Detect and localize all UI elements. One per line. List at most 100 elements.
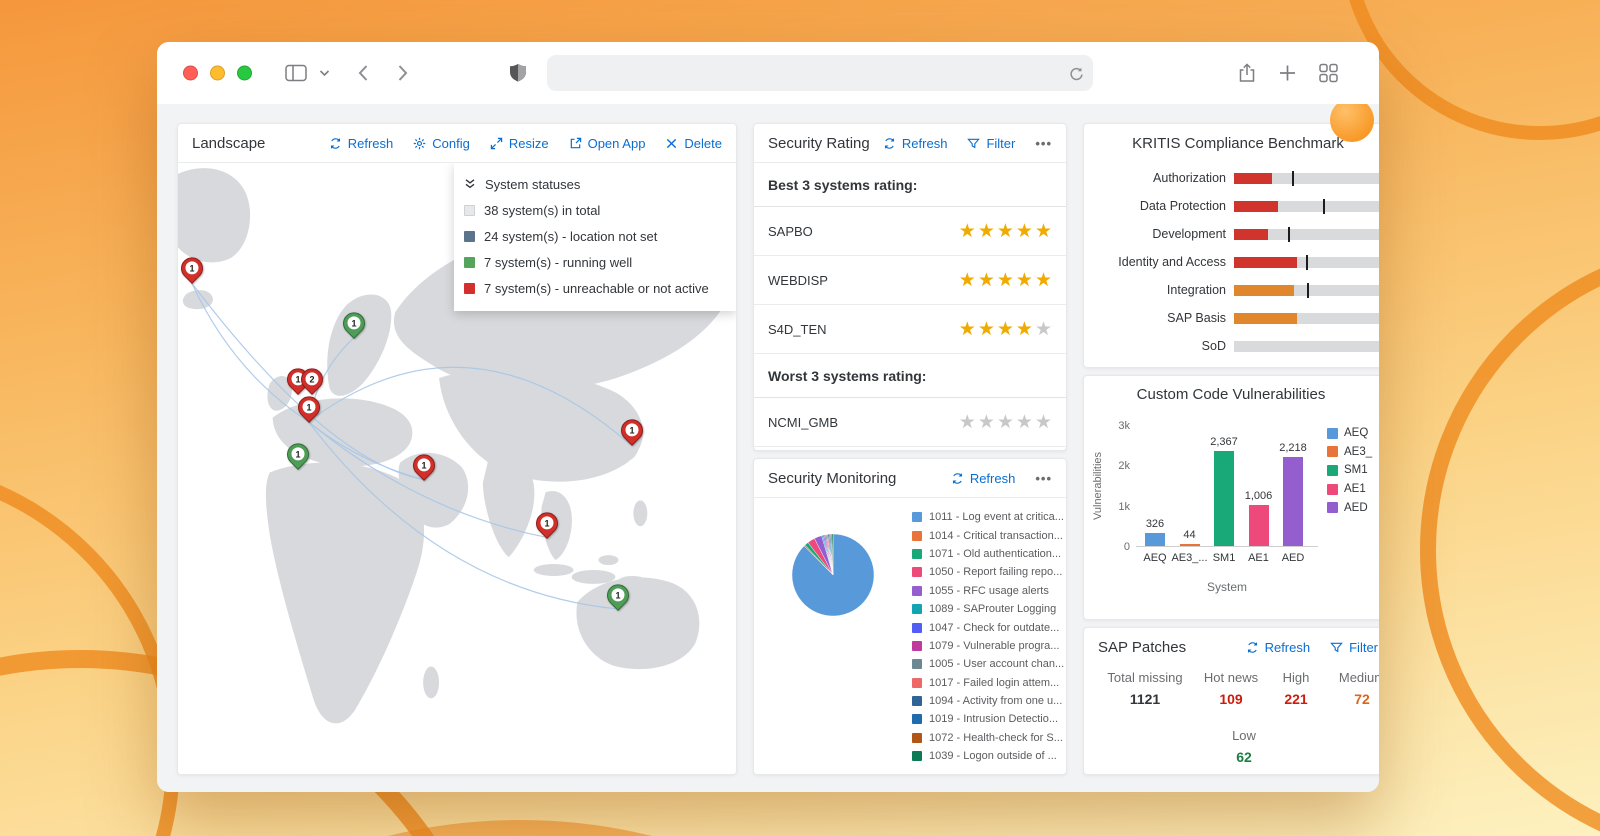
- system-name: SAPBO: [768, 224, 959, 239]
- alert-label: 1014 - Critical transaction...: [929, 530, 1063, 542]
- star-filled: ★: [959, 318, 978, 340]
- landscape-resize-button[interactable]: Resize: [490, 136, 549, 151]
- sidebar-toggle-button[interactable]: [285, 64, 307, 82]
- series-legend-item: AEQ: [1327, 424, 1372, 443]
- benchmark-bar: [1234, 285, 1294, 296]
- window-controls: [183, 66, 252, 81]
- benchmark-row: Data Protection: [1096, 192, 1379, 220]
- benchmark-category: Data Protection: [1096, 199, 1226, 213]
- benchmark-row: Identity and Access: [1096, 248, 1379, 276]
- landscape-refresh-button[interactable]: Refresh: [329, 136, 394, 151]
- patches-filter-button[interactable]: Filter: [1330, 640, 1378, 655]
- tab-overview-button[interactable]: [1319, 64, 1338, 83]
- rating-row[interactable]: WEBDISP★★★★★: [754, 256, 1066, 305]
- chart-bar[interactable]: [1180, 544, 1200, 546]
- alert-legend-item: 1011 - Log event at critica...: [912, 508, 1064, 526]
- alert-label: 1071 - Old authentication...: [929, 548, 1061, 560]
- resize-icon: [490, 137, 503, 150]
- sidebar-chevron-button[interactable]: [319, 69, 330, 77]
- star-filled: ★: [1016, 269, 1035, 291]
- address-bar[interactable]: [547, 55, 1093, 91]
- map-pin[interactable]: 1: [286, 442, 310, 472]
- monitoring-refresh-button[interactable]: Refresh: [951, 471, 1016, 486]
- chart-bar[interactable]: [1214, 451, 1234, 546]
- back-button[interactable]: [357, 64, 369, 82]
- patches-refresh-button[interactable]: Refresh: [1246, 640, 1311, 655]
- zoom-button[interactable]: [237, 66, 252, 81]
- rating-row[interactable]: S4D_TEN★★★★★: [754, 305, 1066, 354]
- worst-rating-list: NCMI_GMB★★★★★: [754, 398, 1066, 447]
- star-filled: ★: [1035, 269, 1054, 291]
- alert-legend-item: 1047 - Check for outdate...: [912, 618, 1064, 636]
- legend-swatch: [1327, 446, 1338, 457]
- map-pin[interactable]: 1: [606, 583, 630, 613]
- rating-refresh-button[interactable]: Refresh: [883, 136, 948, 151]
- star-filled: ★: [1016, 220, 1035, 242]
- system-name: S4D_TEN: [768, 322, 959, 337]
- button-label: Delete: [684, 136, 722, 151]
- alert-legend-item: 1055 - RFC usage alerts: [912, 582, 1064, 600]
- forward-button[interactable]: [397, 64, 409, 82]
- dashboard: Landscape RefreshConfigResizeOpen AppDel…: [157, 104, 1379, 792]
- map-pin[interactable]: 1: [535, 511, 559, 541]
- map-pin[interactable]: 1: [620, 418, 644, 448]
- landscape-toolbar: Refresh Config Resize Open App Delete: [329, 136, 722, 151]
- decorative-ring: [1420, 240, 1600, 836]
- alert-label: 1019 - Intrusion Detectio...: [929, 713, 1058, 725]
- chart-bar[interactable]: [1283, 457, 1303, 546]
- legend-swatch: [912, 549, 922, 559]
- patch-value: 62: [1184, 749, 1304, 765]
- chart-bar[interactable]: [1145, 533, 1165, 546]
- address-input[interactable]: [547, 55, 1064, 91]
- rating-overflow-button[interactable]: •••: [1035, 136, 1052, 151]
- alert-label: 1047 - Check for outdate...: [929, 622, 1059, 634]
- benchmark-row: Authorization: [1096, 164, 1379, 192]
- patch-label: Medium: [1302, 670, 1379, 685]
- legend-swatch: [912, 531, 922, 541]
- close-button[interactable]: [183, 66, 198, 81]
- map-pin[interactable]: 1: [412, 453, 436, 483]
- refresh-icon: [951, 472, 964, 485]
- legend-swatch: [1327, 484, 1338, 495]
- map-pin[interactable]: 1: [180, 256, 204, 286]
- rating-row[interactable]: SAPBO★★★★★: [754, 207, 1066, 256]
- benchmark-row: Integration: [1096, 276, 1379, 304]
- pin-count: 1: [348, 316, 361, 329]
- collapse-icon[interactable]: [464, 178, 476, 190]
- monitoring-overflow-button[interactable]: •••: [1035, 471, 1052, 486]
- legend-swatch: [1327, 502, 1338, 513]
- alert-legend-item: 1071 - Old authentication...: [912, 545, 1064, 563]
- button-label: Resize: [509, 136, 549, 151]
- privacy-shield-icon: [509, 63, 527, 83]
- alert-label: 1055 - RFC usage alerts: [929, 585, 1049, 597]
- button-label: Refresh: [970, 471, 1016, 486]
- button-label: Filter: [1349, 640, 1378, 655]
- kritis-benchmark-panel: KRITIS Compliance Benchmark Authorizatio…: [1083, 123, 1379, 368]
- legend-swatch: [912, 714, 922, 724]
- chart-bar[interactable]: [1249, 505, 1269, 546]
- map-pin[interactable]: 2: [300, 367, 324, 397]
- benchmark-row: SoD: [1096, 332, 1379, 360]
- new-tab-button[interactable]: [1279, 65, 1296, 82]
- legend-swatch: [1327, 428, 1338, 439]
- minimize-button[interactable]: [210, 66, 225, 81]
- patch-stat: Medium72: [1302, 670, 1379, 707]
- star-filled: ★: [978, 318, 997, 340]
- legend-title: System statuses: [485, 177, 580, 192]
- series-label: AED: [1344, 502, 1368, 514]
- share-button[interactable]: [1238, 63, 1256, 83]
- map-pin[interactable]: 1: [297, 395, 321, 425]
- map-pin[interactable]: 1: [342, 311, 366, 341]
- reload-button[interactable]: [1064, 66, 1093, 81]
- alert-label: 1005 - User account chan...: [929, 658, 1064, 670]
- landscape-config-button[interactable]: Config: [413, 136, 470, 151]
- landscape-openapp-button[interactable]: Open App: [569, 136, 646, 151]
- world-map: 1112111111 System statuses 38 system(s) …: [178, 163, 736, 774]
- star-filled: ★: [959, 269, 978, 291]
- alert-label: 1072 - Health-check for S...: [929, 732, 1063, 744]
- rating-row[interactable]: NCMI_GMB★★★★★: [754, 398, 1066, 447]
- button-label: Open App: [588, 136, 646, 151]
- security-rating-panel: Security Rating Refresh Filter ••• Best …: [753, 123, 1067, 451]
- rating-filter-button[interactable]: Filter: [967, 136, 1015, 151]
- landscape-delete-button[interactable]: Delete: [665, 136, 722, 151]
